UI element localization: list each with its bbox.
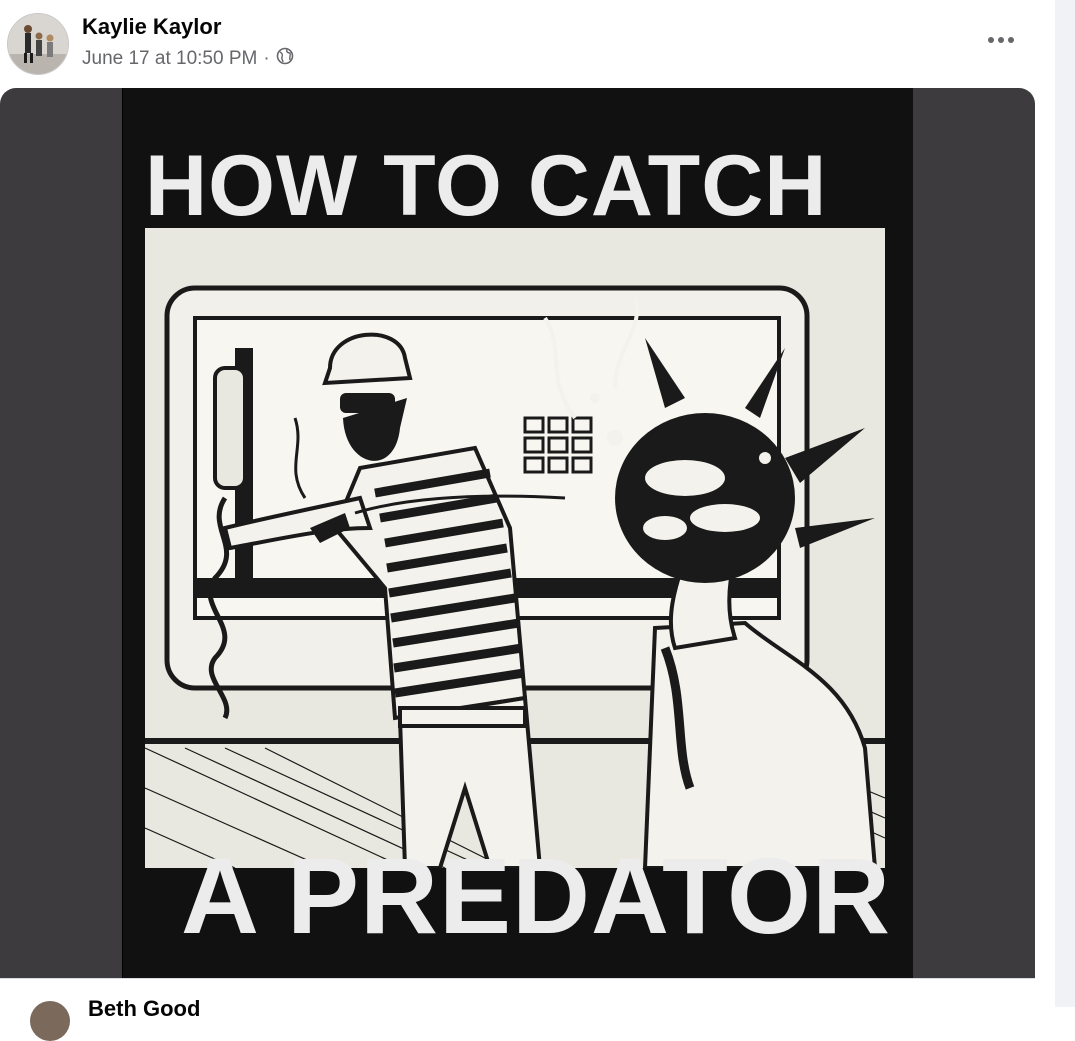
globe-icon[interactable]: [276, 47, 294, 71]
shirt-print: HOW TO CATCH A PREDATOR: [123, 88, 913, 978]
post-timestamp[interactable]: June 17 at 10:50 PM: [82, 48, 257, 70]
next-comment-preview: Beth Good: [0, 978, 1035, 1041]
author-avatar[interactable]: [7, 13, 69, 75]
illustration: [145, 228, 886, 868]
post-image[interactable]: HOW TO CATCH A PREDATOR: [0, 88, 1035, 978]
more-horizontal-icon: [988, 37, 1014, 43]
meta-separator: ·: [263, 48, 270, 69]
image-headline-bottom: A PREDATOR: [181, 835, 892, 956]
post-meta: June 17 at 10:50 PM ·: [82, 47, 294, 71]
image-headline-top: HOW TO CATCH: [145, 138, 828, 234]
page-gutter: [1055, 0, 1075, 1007]
commenter-avatar[interactable]: [30, 1001, 70, 1041]
more-options-button[interactable]: [984, 26, 1018, 54]
commenter-name[interactable]: Beth Good: [88, 996, 200, 1022]
post-author-name[interactable]: Kaylie Kaylor: [82, 14, 221, 40]
post-header: Kaylie Kaylor June 17 at 10:50 PM ·: [0, 0, 1050, 88]
